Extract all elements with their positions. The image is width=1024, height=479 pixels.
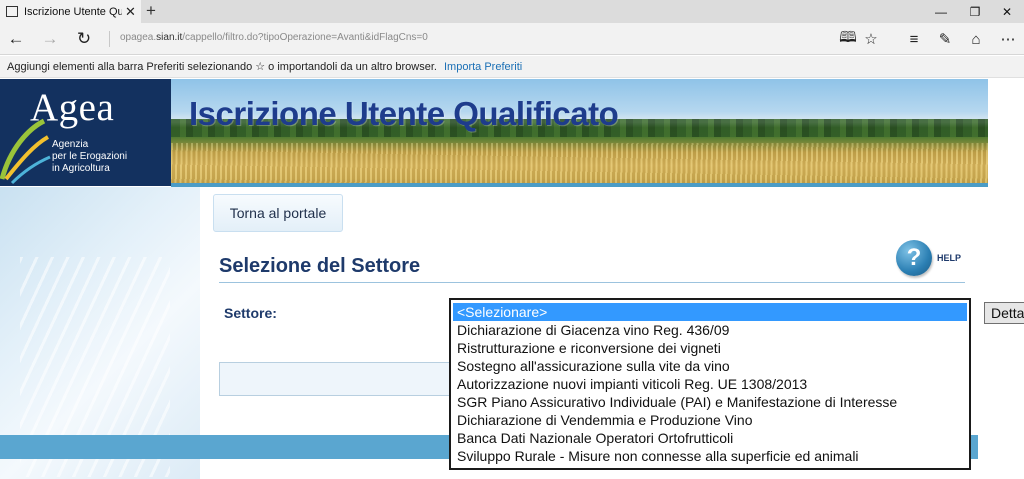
hub-icon[interactable]: ≡ — [902, 27, 926, 51]
logo-line: in Agricoltura — [52, 163, 110, 174]
refresh-icon[interactable]: ↻ — [72, 27, 96, 51]
favorites-hint: Aggiungi elementi alla barra Preferiti s… — [7, 61, 437, 73]
dropdown-option[interactable]: Dichiarazione di Vendemmia e Produzione … — [453, 411, 967, 429]
share-icon[interactable]: ⌂ — [964, 27, 988, 51]
new-tab-icon[interactable]: + — [146, 1, 156, 21]
dropdown-option[interactable]: Sviluppo Rurale - Misure non connesse al… — [453, 447, 967, 465]
page-content: Agea Agenzia per le Erogazioni in Agrico… — [0, 79, 1024, 479]
url-path: /cappello/filtro.do?tipoOperazione=Avant… — [182, 32, 428, 43]
tab-title: Iscrizione Utente Qualifi — [24, 5, 122, 18]
browser-tab[interactable]: Iscrizione Utente Qualifi ✕ — [0, 0, 141, 23]
favorite-star-icon[interactable]: ☆ — [859, 27, 883, 51]
logo-line: per le Erogazioni — [52, 151, 128, 162]
url-domain: sian.it — [156, 32, 183, 43]
banner-title: Iscrizione Utente Qualificato — [189, 95, 619, 132]
logo-line: Agenzia — [52, 139, 89, 150]
dettaglio-button[interactable]: Detta — [984, 302, 1024, 324]
banner-divider — [171, 183, 988, 187]
dropdown-option[interactable]: SGR Piano Assicurativo Individuale (PAI)… — [453, 393, 967, 411]
dropdown-option[interactable]: Dichiarazione di Giacenza vino Reg. 436/… — [453, 321, 967, 339]
settore-dropdown-list[interactable]: <Selezionare> Dichiarazione di Giacenza v… — [449, 298, 971, 470]
web-note-icon[interactable]: ✎ — [933, 27, 957, 51]
tab-bar: Iscrizione Utente Qualifi ✕ + — ❐ ✕ — [0, 0, 1024, 23]
title-underline — [219, 282, 965, 283]
forward-icon[interactable]: → — [38, 27, 62, 51]
address-bar: ← → ↻ opagea.sian.it/cappello/filtro.do?… — [0, 23, 1024, 55]
page-icon — [6, 6, 18, 17]
dropdown-option[interactable]: Autorizzazione nuovi impianti viticoli R… — [453, 375, 967, 393]
dropdown-option[interactable]: Sostegno all'assicurazione sulla vite da… — [453, 357, 967, 375]
empty-panel — [219, 362, 459, 396]
help-label[interactable]: HELP — [937, 253, 961, 263]
close-tab-icon[interactable]: ✕ — [125, 5, 136, 18]
address-separator — [109, 31, 110, 47]
page-title: Selezione del Settore — [219, 255, 421, 277]
settore-label: Settore: — [224, 305, 277, 321]
close-window-icon[interactable]: ✕ — [990, 0, 1024, 23]
minimize-icon[interactable]: — — [924, 0, 958, 23]
header-banner: Iscrizione Utente Qualificato — [171, 79, 988, 187]
import-favorites-link[interactable]: Importa Preferiti — [444, 61, 522, 73]
url-prefix: opagea. — [120, 32, 157, 43]
logo-word: Agea — [30, 86, 115, 129]
dropdown-option[interactable]: <Selezionare> — [453, 303, 967, 321]
restore-icon[interactable]: ❐ — [958, 0, 992, 23]
url-field[interactable]: opagea.sian.it/cappello/filtro.do?tipoOp… — [120, 32, 428, 43]
more-icon[interactable]: ⋯ — [996, 27, 1020, 51]
agea-logo[interactable]: Agea Agenzia per le Erogazioni in Agrico… — [0, 79, 171, 186]
logo-subtitle: Agenzia per le Erogazioni in Agricoltura — [52, 139, 127, 175]
dropdown-option[interactable]: Banca Dati Nazionale Operatori Ortofrutt… — [453, 429, 967, 447]
banner-wheat-field — [171, 143, 988, 187]
help-icon[interactable]: ? — [896, 240, 932, 276]
favorites-bar: Aggiungi elementi alla barra Preferiti s… — [0, 56, 1024, 78]
torna-al-portale-button[interactable]: Torna al portale — [213, 194, 343, 232]
dropdown-option[interactable]: Ristrutturazione e riconversione dei vig… — [453, 339, 967, 357]
back-icon[interactable]: ← — [4, 27, 28, 51]
reading-view-icon[interactable]: 🕮 — [836, 27, 860, 51]
